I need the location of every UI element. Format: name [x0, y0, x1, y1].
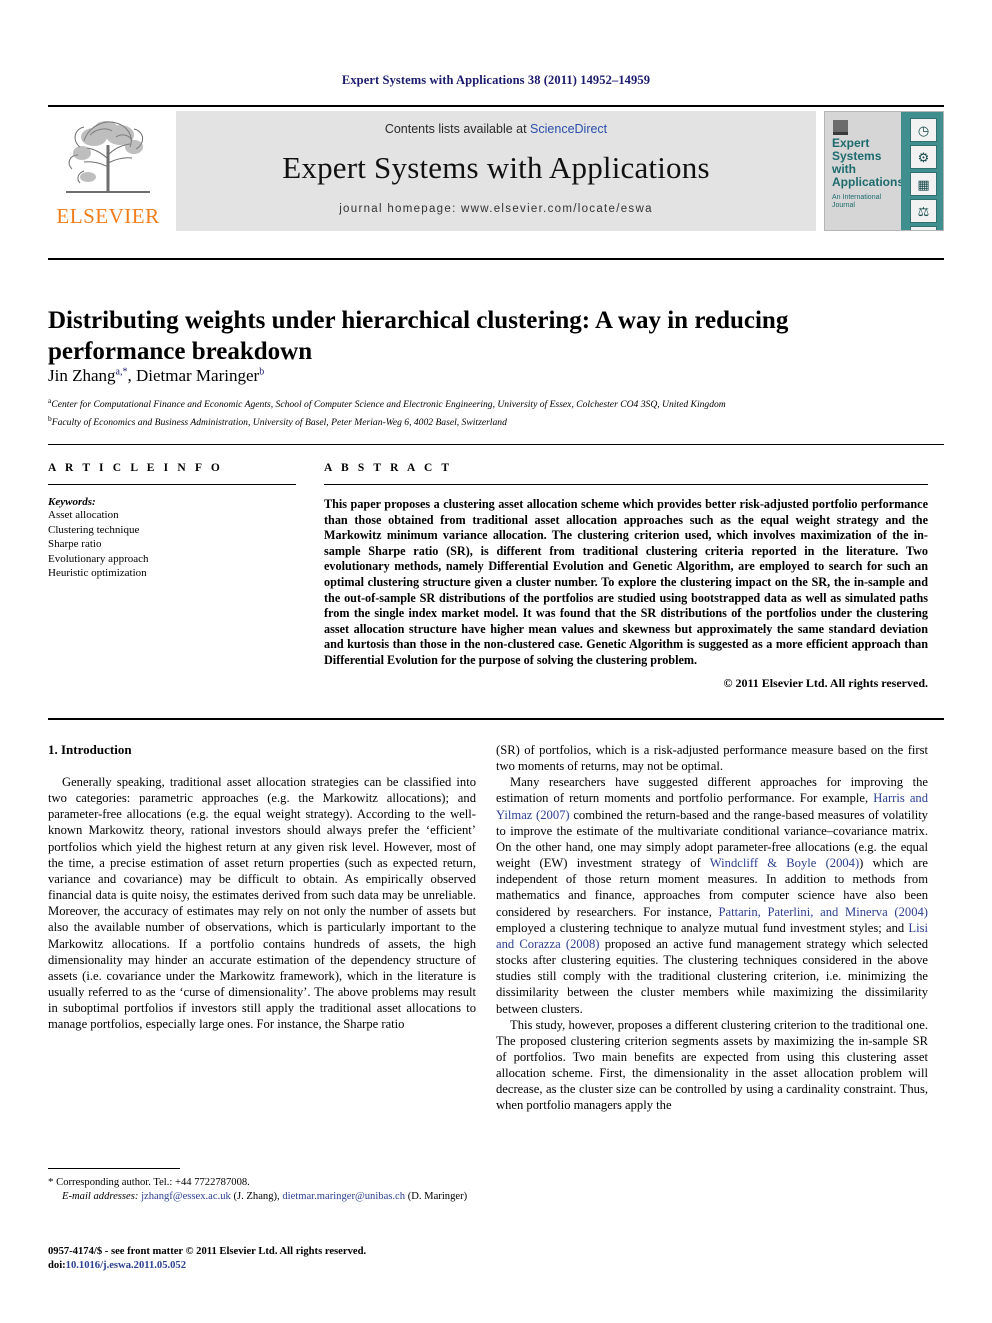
email-link-2[interactable]: dietmar.maringer@unibas.ch	[282, 1191, 405, 1202]
affiliation-b-text: Faculty of Economics and Business Admini…	[51, 416, 507, 428]
imprint-block: 0957-4174/$ - see front matter © 2011 El…	[48, 1245, 478, 1273]
affiliation-a-text: Center for Computational Finance and Eco…	[51, 399, 726, 411]
page-title: Distributing weights under hierarchical …	[48, 306, 789, 365]
paragraph: This study, however, proposes a differen…	[496, 1017, 928, 1113]
journal-title: Expert Systems with Applications	[282, 150, 710, 185]
text-run: employed a clustering technique to analy…	[496, 920, 909, 935]
contents-prefix: Contents lists available at	[384, 122, 531, 136]
masthead-center-band: Contents lists available at ScienceDirec…	[176, 111, 816, 231]
email-owner-2: (D. Maringer)	[407, 1191, 468, 1203]
text-run: Many researchers have suggested differen…	[496, 775, 928, 806]
article-page: Expert Systems with Applications 38 (201…	[0, 0, 992, 1323]
info-bottom-rule	[48, 718, 944, 720]
body-column-left: 1. Introduction Generally speaking, trad…	[48, 742, 476, 1033]
journal-cover-thumbnail: Expert Systems with Applications An Inte…	[824, 111, 944, 231]
author-mark-2: b	[259, 366, 265, 378]
gear-icon: ⚙	[910, 145, 937, 169]
email-owner-1: (J. Zhang)	[233, 1191, 278, 1203]
sciencedirect-link[interactable]: ScienceDirect	[530, 122, 607, 136]
cover-title: Expert Systems with Applications	[832, 136, 905, 189]
clock-icon: ◷	[910, 118, 937, 142]
affiliation-a: aCenter for Computational Finance and Ec…	[48, 394, 928, 412]
front-matter-line: 0957-4174/$ - see front matter © 2011 El…	[48, 1246, 367, 1257]
elsevier-wordmark: ELSEVIER	[56, 204, 160, 228]
journal-homepage-link[interactable]: journal homepage: www.elsevier.com/locat…	[176, 203, 816, 215]
author-list: Jin Zhanga,*, Dietmar Maringerb	[48, 366, 265, 385]
journal-masthead: ELSEVIER Contents lists available at Sci…	[48, 105, 944, 233]
abstract-rule	[324, 484, 928, 485]
keyword-item: Sharpe ratio	[48, 538, 102, 551]
abstract-copyright: © 2011 Elsevier Ltd. All rights reserved…	[723, 675, 928, 690]
keywords-heading: Keywords:	[48, 496, 96, 508]
abstract-column: A B S T R A C T This paper proposes a cl…	[324, 462, 928, 691]
footnote-block: * Corresponding author. Tel.: +44 772278…	[48, 1175, 478, 1205]
author-mark-1: a,*	[115, 366, 128, 378]
abstract-text: This paper proposes a clustering asset a…	[324, 497, 928, 667]
abstract-label: A B S T R A C T	[324, 462, 453, 474]
flask-icon: ♻	[910, 226, 937, 230]
doi-line: doi:10.1016/j.eswa.2011.05.052	[48, 1259, 478, 1273]
article-info-column: A R T I C L E I N F O Keywords: Asset al…	[48, 462, 296, 581]
asterisk-icon: *	[48, 1176, 54, 1188]
keyword-item: Evolutionary approach	[48, 552, 149, 565]
article-info-label: A R T I C L E I N F O	[48, 462, 223, 474]
affiliation-b: bFaculty of Economics and Business Admin…	[48, 412, 928, 430]
citation-link[interactable]: Pattarin, Paterlini, and Minerva (2004)	[719, 905, 929, 919]
affiliation-list: aCenter for Computational Finance and Ec…	[48, 394, 928, 429]
corresponding-author-text: Corresponding author. Tel.: +44 77227870…	[56, 1177, 250, 1188]
email-label: E-mail addresses:	[62, 1191, 139, 1203]
email-link-1[interactable]: jzhangf@essex.ac.uk	[141, 1191, 231, 1202]
body-column-right: (SR) of portfolios, which is a risk-adju…	[496, 742, 928, 1114]
keyword-item: Asset allocation	[48, 509, 119, 521]
footnote-rule	[48, 1168, 180, 1169]
cover-computer-icon	[833, 120, 848, 135]
paragraph-with-citations: Many researchers have suggested differen…	[496, 774, 928, 1016]
contents-line: Contents lists available at ScienceDirec…	[176, 122, 816, 136]
doi-label: doi:	[48, 1260, 66, 1271]
elsevier-tree-icon	[66, 121, 150, 193]
doi-link[interactable]: 10.1016/j.eswa.2011.05.052	[66, 1260, 186, 1271]
corresponding-author-note: * Corresponding author. Tel.: +44 772278…	[48, 1175, 478, 1190]
section-heading-introduction: 1. Introduction	[48, 742, 132, 757]
email-note: E-mail addresses: jzhangf@essex.ac.uk (J…	[62, 1191, 468, 1203]
article-info-rule	[48, 484, 296, 485]
bar-chart-icon: ▦	[910, 172, 937, 196]
scales-icon: ⚖	[910, 199, 937, 223]
masthead-top-rule	[48, 105, 944, 107]
cover-subtitle: An International Journal	[832, 194, 882, 209]
author-name-1[interactable]: Jin Zhang	[48, 366, 116, 385]
title-top-rule	[48, 258, 944, 260]
paragraph: Generally speaking, traditional asset al…	[48, 775, 476, 1032]
author-name-2[interactable]: Dietmar Maringer	[136, 366, 259, 385]
keyword-item: Clustering technique	[48, 523, 140, 536]
info-top-rule	[48, 444, 944, 445]
paragraph-continuation: (SR) of portfolios, which is a risk-adju…	[496, 743, 928, 774]
running-head: Expert Systems with Applications 38 (201…	[341, 73, 651, 87]
keyword-item: Heuristic optimization	[48, 567, 147, 580]
citation-link[interactable]: Windcliff & Boyle (2004)	[710, 856, 859, 870]
elsevier-logo: ELSEVIER	[48, 111, 168, 231]
